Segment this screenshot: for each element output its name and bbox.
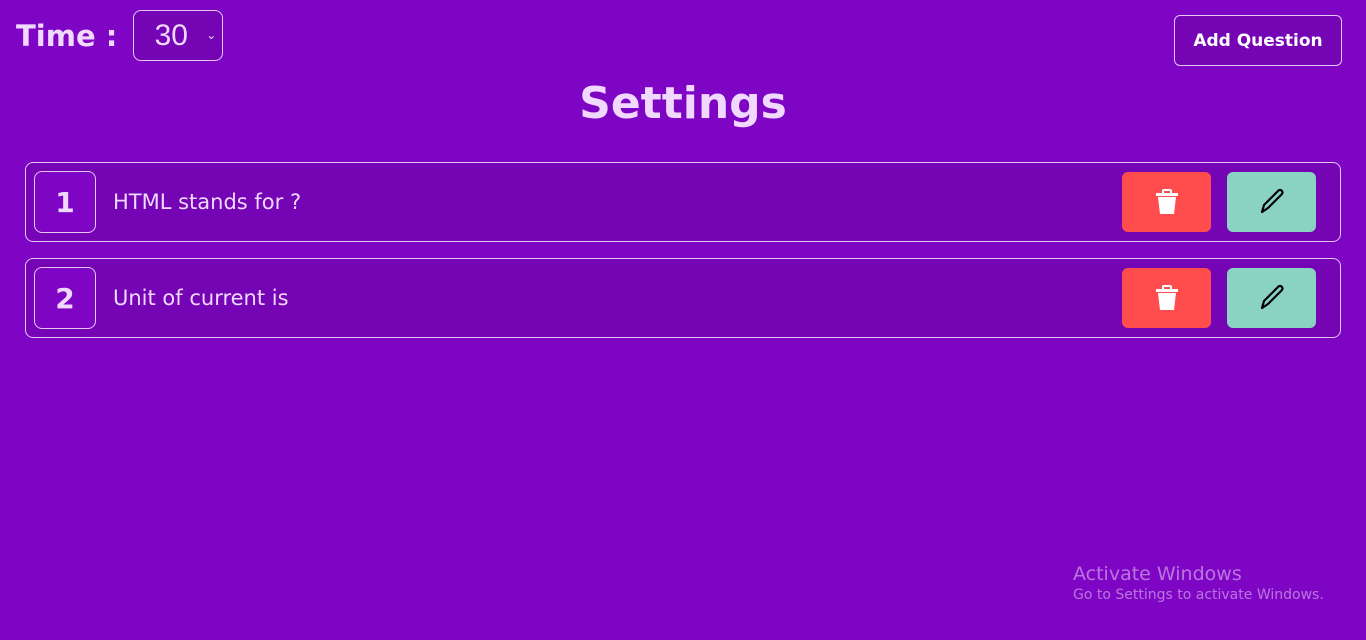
- edit-button[interactable]: [1227, 268, 1316, 328]
- add-question-button[interactable]: Add Question: [1174, 15, 1342, 66]
- question-text: Unit of current is: [113, 286, 289, 310]
- question-number: 1: [34, 171, 96, 233]
- question-row: 1 HTML stands for ?: [25, 162, 1341, 242]
- chevron-down-icon: ⌄: [206, 28, 217, 42]
- question-text: HTML stands for ?: [113, 190, 302, 214]
- page-title: Settings: [579, 78, 787, 129]
- windows-activation-watermark: Activate Windows Go to Settings to activ…: [1073, 563, 1324, 603]
- question-list: 1 HTML stands for ? 2 Unit of current is: [25, 162, 1341, 354]
- time-select-value: 30: [154, 18, 188, 52]
- question-row: 2 Unit of current is: [25, 258, 1341, 338]
- trash-icon: [1155, 285, 1178, 310]
- pencil-icon: [1260, 188, 1284, 214]
- edit-button[interactable]: [1227, 172, 1316, 232]
- time-control: Time : 30 ⌄: [16, 10, 224, 61]
- trash-icon: [1155, 189, 1178, 214]
- delete-button[interactable]: [1122, 268, 1211, 328]
- time-select[interactable]: 30 ⌄: [133, 10, 224, 61]
- watermark-title: Activate Windows: [1073, 563, 1242, 585]
- time-label: Time :: [16, 18, 118, 53]
- delete-button[interactable]: [1122, 172, 1211, 232]
- pencil-icon: [1260, 284, 1284, 310]
- watermark-subtitle: Go to Settings to activate Windows.: [1073, 587, 1324, 603]
- question-number: 2: [34, 267, 96, 329]
